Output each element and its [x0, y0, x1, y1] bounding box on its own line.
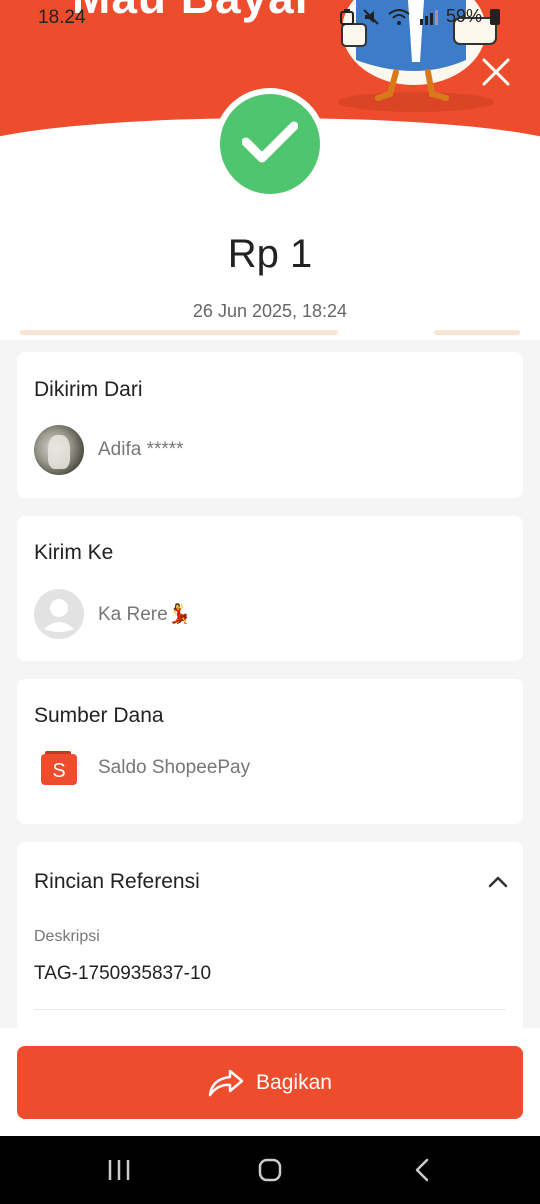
sender-card: Dikirim Dari Adifa ***** — [17, 352, 523, 498]
home-icon[interactable] — [258, 1158, 282, 1182]
battery-icon — [490, 8, 501, 25]
status-time: 18.24 — [38, 7, 86, 28]
share-icon — [208, 1069, 244, 1096]
sender-row: Adifa ***** — [34, 425, 184, 475]
divider — [34, 1009, 506, 1010]
recipient-name: Ka Rere💃 — [98, 604, 192, 625]
mute-icon — [363, 8, 379, 25]
success-badge — [214, 88, 326, 200]
user-icon — [44, 599, 74, 632]
description-label: Deskripsi — [34, 928, 100, 945]
transaction-amount: Rp 1 — [227, 232, 313, 276]
decorative-stripe — [434, 330, 520, 335]
funding-source-row: S Saldo ShopeePay — [34, 751, 250, 785]
bottom-action-bar: Bagikan — [0, 1028, 540, 1136]
funding-source-name: Saldo ShopeePay — [98, 757, 251, 778]
wifi-icon — [388, 8, 410, 25]
status-bar: 18.24 59% — [0, 0, 540, 34]
sender-name: Adifa ***** — [98, 439, 184, 460]
reference-title: Rincian Referensi — [34, 870, 200, 893]
shopeepay-letter: S — [52, 760, 65, 782]
recipient-avatar — [34, 589, 84, 639]
system-navigation-bar — [0, 1136, 540, 1204]
share-label: Bagikan — [256, 1070, 332, 1094]
back-icon[interactable] — [412, 1158, 432, 1182]
share-button[interactable]: Bagikan — [17, 1046, 523, 1119]
notification-icon — [340, 8, 354, 25]
sender-avatar — [34, 425, 84, 475]
recipient-title: Kirim Ke — [34, 541, 114, 564]
status-icons: 59% — [340, 6, 501, 27]
signal-icon — [420, 9, 438, 25]
recipient-card: Kirim Ke Ka Rere💃 — [17, 516, 523, 661]
recent-apps-icon[interactable] — [107, 1158, 131, 1182]
description-value: TAG-1750935837-10 — [34, 963, 212, 984]
success-circle — [220, 94, 320, 194]
sender-title: Dikirim Dari — [34, 378, 143, 401]
checkmark-icon — [242, 121, 298, 163]
decorative-stripe — [20, 330, 338, 335]
shopeepay-wallet-icon: S — [41, 751, 77, 785]
battery-percent: 59% — [446, 6, 483, 26]
chevron-up-icon[interactable] — [488, 876, 508, 888]
recipient-row: Ka Rere💃 — [34, 589, 191, 639]
transaction-datetime: 26 Jun 2025, 18:24 — [192, 301, 348, 321]
close-icon — [482, 58, 510, 86]
funding-source-card: Sumber Dana S Saldo ShopeePay — [17, 679, 523, 824]
funding-source-title: Sumber Dana — [34, 704, 164, 727]
close-button[interactable] — [478, 54, 514, 90]
